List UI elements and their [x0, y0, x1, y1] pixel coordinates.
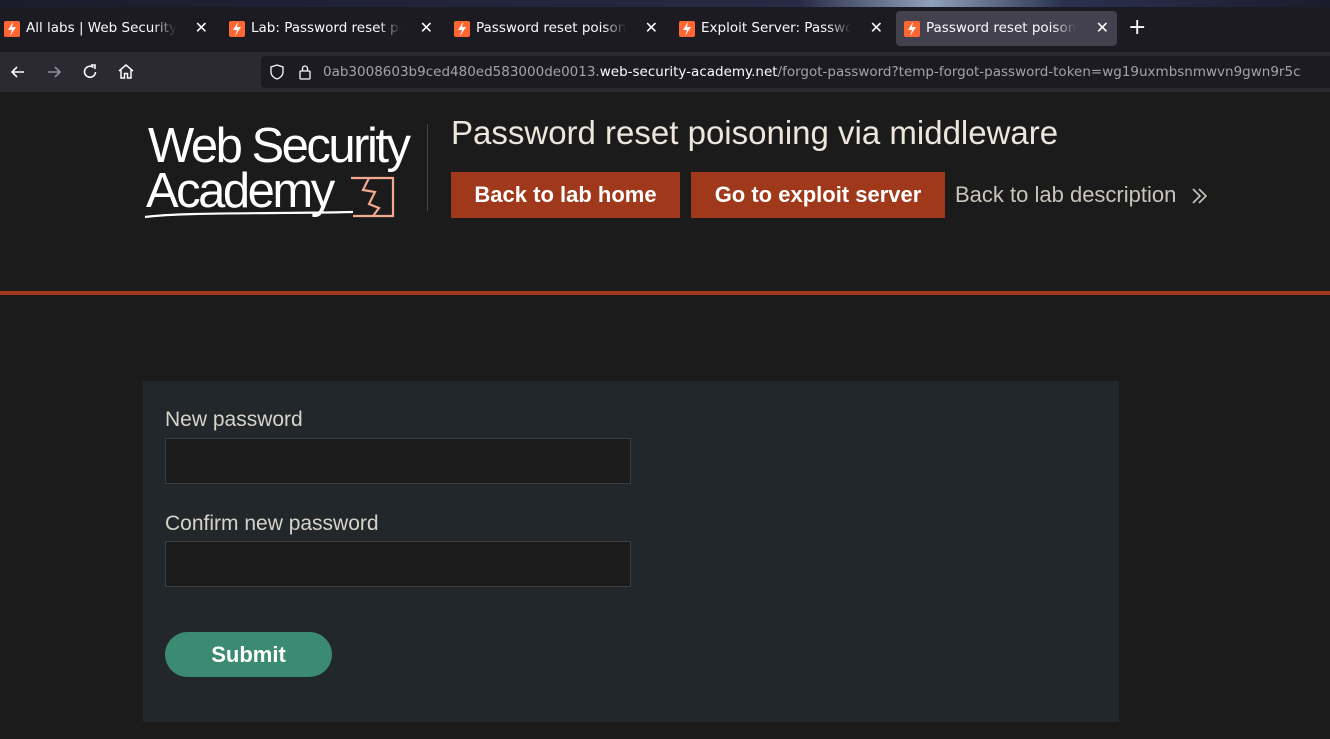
tab-title: Password reset poisoning via middleware	[926, 20, 1076, 36]
back-to-lab-description-link[interactable]: Back to lab description	[955, 182, 1176, 208]
back-arrow-icon[interactable]	[8, 62, 28, 82]
portswigger-favicon-icon	[679, 21, 695, 37]
close-tab-icon[interactable]: ✕	[870, 18, 883, 37]
tab-title: All labs | Web Security Academy	[26, 20, 176, 36]
logo-bolt-icon	[144, 176, 395, 219]
confirm-password-input[interactable]	[165, 541, 631, 587]
header-divider	[427, 124, 428, 211]
go-to-exploit-server-button[interactable]: Go to exploit server	[691, 172, 945, 218]
new-password-input[interactable]	[165, 438, 631, 484]
header-separator	[0, 291, 1330, 295]
url-text[interactable]: 0ab3008603b9ced480ed583000de0013.web-sec…	[323, 64, 1301, 80]
url-host: web-security-academy.net	[599, 64, 778, 80]
close-tab-icon[interactable]: ✕	[195, 18, 208, 37]
url-prefix: 0ab3008603b9ced480ed583000de0013.	[323, 64, 600, 80]
portswigger-favicon-icon	[4, 21, 20, 37]
tabstrip-background	[0, 0, 1330, 7]
confirm-password-label: Confirm new password	[165, 512, 379, 535]
browser-tab-active[interactable]: Password reset poisoning via middleware …	[896, 11, 1117, 46]
portswigger-favicon-icon	[454, 21, 470, 37]
reset-password-form: New password Confirm new password Submit	[143, 381, 1119, 722]
home-icon[interactable]	[116, 62, 136, 82]
tracking-shield-icon[interactable]	[269, 64, 285, 85]
tab-title: Exploit Server: Password reset poisoning…	[701, 20, 851, 36]
lab-header: Web Security Academy Password reset pois…	[0, 92, 1330, 295]
browser-tab-strip: All labs | Web Security Academy ✕ Lab: P…	[0, 0, 1330, 52]
tab-title: Lab: Password reset poisoning via middle…	[251, 20, 401, 36]
portswigger-favicon-icon	[904, 21, 920, 37]
browser-tab-password-reset[interactable]: Password reset poisoning via middleware …	[450, 11, 666, 46]
lock-icon[interactable]	[298, 64, 312, 85]
close-tab-icon[interactable]: ✕	[645, 18, 658, 37]
url-path: /forgot-password?temp-forgot-password-to…	[777, 64, 1301, 80]
page-content: Web Security Academy Password reset pois…	[0, 92, 1330, 739]
browser-tab-all-labs[interactable]: All labs | Web Security Academy ✕	[0, 11, 216, 46]
double-chevron-right-icon[interactable]	[1190, 186, 1210, 211]
url-bar[interactable]: 0ab3008603b9ced480ed583000de0013.web-sec…	[261, 56, 1330, 88]
new-tab-button[interactable]: +	[1128, 16, 1146, 40]
forward-arrow-icon[interactable]	[44, 62, 64, 82]
browser-tab-exploit-server[interactable]: Exploit Server: Password reset poisoning…	[675, 11, 891, 46]
browser-nav-bar: 0ab3008603b9ced480ed583000de0013.web-sec…	[0, 52, 1330, 92]
web-security-academy-logo[interactable]: Web Security Academy	[143, 120, 428, 220]
submit-button[interactable]: Submit	[165, 632, 332, 677]
new-password-label: New password	[165, 408, 303, 431]
back-to-lab-home-button[interactable]: Back to lab home	[451, 172, 680, 218]
close-tab-icon[interactable]: ✕	[420, 18, 433, 37]
browser-tab-lab[interactable]: Lab: Password reset poisoning via middle…	[225, 11, 441, 46]
reload-icon[interactable]	[80, 62, 100, 82]
tab-title: Password reset poisoning via middleware	[476, 20, 626, 36]
close-tab-icon[interactable]: ✕	[1096, 18, 1109, 37]
portswigger-favicon-icon	[229, 21, 245, 37]
lab-title: Password reset poisoning via middleware	[451, 114, 1059, 151]
